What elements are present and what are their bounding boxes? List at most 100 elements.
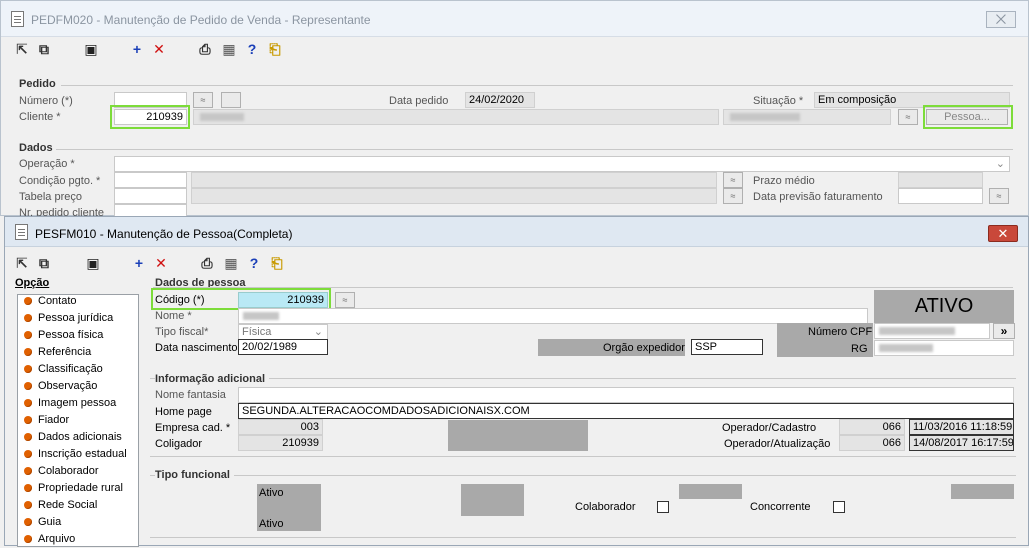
exit-icon[interactable]: ⎗ (267, 41, 283, 57)
opcao-item-label: Rede Social (38, 499, 98, 511)
opcao-item[interactable]: Fiador (19, 412, 139, 429)
pedido-window: PEDFM020 - Manutenção de Pedido de Venda… (0, 0, 1029, 220)
bullet-icon (24, 382, 32, 391)
codigo-lookup-button[interactable]: ≈ (335, 292, 355, 308)
numero-action-button[interactable] (221, 92, 241, 108)
operador-atualizacao-field: 066 (839, 435, 905, 451)
opcao-item[interactable]: Pessoa jurídica (19, 310, 139, 327)
opcao-item[interactable]: Arquivo (19, 531, 139, 548)
opcao-item-label: Guia (38, 516, 62, 528)
orgao-field[interactable]: SSP (691, 339, 763, 355)
opcao-item[interactable]: Inscrição estadual (19, 446, 139, 463)
nome-fantasia-field[interactable] (238, 387, 1014, 403)
previsao-label: Data previsão faturamento (753, 191, 883, 203)
home-page-field[interactable]: SEGUNDA.ALTERACAOCOMDADOSADICIONAISX.COM (238, 403, 1014, 419)
cpf-expand-button[interactable]: » (993, 323, 1015, 339)
opcao-item[interactable]: Rede Social (19, 497, 139, 514)
opcao-item[interactable]: Contato (19, 293, 139, 310)
add-icon[interactable]: + (129, 41, 145, 57)
tabela-field[interactable] (114, 188, 187, 204)
data-nascimento-field[interactable]: 20/02/1989 (238, 339, 328, 355)
codigo-highlight (151, 288, 331, 310)
opcao-item[interactable]: Guia (19, 514, 139, 531)
navigate-icon[interactable]: ⇱ (14, 255, 30, 271)
opcao-item-label: Contato (38, 295, 77, 307)
blurred-text (243, 312, 279, 320)
tipo-fiscal-select[interactable]: Física ⌄ (238, 324, 328, 340)
tabela-label: Tabela preço (19, 191, 82, 203)
operador-cadastro-field: 066 (839, 419, 905, 435)
opcao-item[interactable]: Classificação (19, 361, 139, 378)
grid-icon[interactable]: ▦ (221, 41, 237, 57)
help-icon[interactable]: ? (246, 255, 262, 271)
cliente-lookup-button[interactable]: ≈ (898, 109, 918, 125)
opcao-item[interactable]: Referência (19, 344, 139, 361)
delete-icon[interactable]: ✕ (151, 41, 167, 57)
ativo-label-1: Ativo (259, 487, 284, 499)
nome-field[interactable] (238, 308, 868, 324)
data-pedido-field: 24/02/2020 (465, 92, 535, 108)
opcao-item[interactable]: Pessoa física (19, 327, 139, 344)
close-button[interactable]: ⨉ (986, 11, 1016, 28)
print-icon[interactable]: ⎙ (199, 255, 215, 271)
opcao-item[interactable]: Dados adicionais (19, 429, 139, 446)
coligador-label: Coligador (155, 438, 203, 450)
rg-field[interactable] (874, 340, 1014, 356)
numero-label: Número (*) (19, 95, 73, 107)
exit-icon[interactable]: ⎗ (269, 255, 285, 271)
opcao-item-label: Colaborador (38, 465, 99, 477)
save-icon[interactable]: ▣ (85, 255, 101, 271)
chevron-down-icon: ⌄ (995, 158, 1005, 170)
section-pedido: Pedido (19, 78, 56, 90)
pedido-toolbar: ⇱ ⧉ ▣ + ✕ ⎙ ▦ ? ⎗ (1, 37, 1028, 61)
close-button[interactable]: ✕ (988, 225, 1018, 242)
opcao-item[interactable]: Colaborador (19, 463, 139, 480)
opcao-item-label: Observação (38, 380, 98, 392)
cliente-name-field (193, 109, 719, 125)
colaborador-checkbox[interactable] (657, 501, 669, 513)
bullet-icon (24, 314, 32, 323)
concorrente-checkbox[interactable] (833, 501, 845, 513)
blurred-text (200, 113, 244, 121)
divider (150, 378, 1016, 379)
previsao-calendar-button[interactable]: ≈ (989, 188, 1009, 204)
print-icon[interactable]: ⎙ (197, 41, 213, 57)
windows-icon[interactable]: ⧉ (36, 41, 52, 57)
operador-cadastro-date: 11/03/2016 11:18:59 (909, 419, 1014, 435)
save-icon[interactable]: ▣ (83, 41, 99, 57)
prazo-label: Prazo médio (753, 175, 815, 187)
document-icon (11, 11, 24, 27)
delete-icon[interactable]: ✕ (153, 255, 169, 271)
operador-atualizacao-label: Operador/Atualização (724, 438, 831, 450)
opcao-item-label: Pessoa física (38, 329, 104, 341)
bullet-icon (24, 331, 32, 340)
numero-lookup-button[interactable]: ≈ (193, 92, 213, 108)
opcao-item[interactable]: Imagem pessoa (19, 395, 139, 412)
situacao-label: Situação * (753, 95, 804, 107)
opcao-item[interactable]: Propriedade rural (19, 480, 139, 497)
navigate-icon[interactable]: ⇱ (14, 41, 30, 57)
tabela-lookup-button[interactable]: ≈ (723, 188, 743, 204)
bullet-icon (24, 518, 32, 527)
opcao-item-label: Inscrição estadual (38, 448, 127, 460)
blurred-text (730, 113, 800, 121)
previsao-field[interactable] (898, 188, 983, 204)
windows-icon[interactable]: ⧉ (36, 255, 52, 271)
nome-fantasia-label: Nome fantasia (155, 389, 226, 401)
add-icon[interactable]: + (131, 255, 147, 271)
opcao-item[interactable]: Observação (19, 378, 139, 395)
gray-placeholder-box (951, 484, 1014, 499)
grid-icon[interactable]: ▦ (223, 255, 239, 271)
opcao-item-label: Imagem pessoa (38, 397, 117, 409)
pessoa-titlebar: PESFM010 - Manutenção de Pessoa(Completa… (5, 217, 1028, 247)
condicao-lookup-button[interactable]: ≈ (723, 172, 743, 188)
chevron-down-icon: ⌄ (313, 326, 323, 338)
operacao-select[interactable]: ⌄ (114, 156, 1010, 172)
cpf-field[interactable] (874, 323, 990, 339)
gray-placeholder-box (448, 420, 588, 451)
condicao-field[interactable] (114, 172, 187, 188)
bullet-icon (24, 535, 32, 544)
pessoa-highlight (923, 105, 1013, 129)
help-icon[interactable]: ? (244, 41, 260, 57)
divider (61, 85, 1013, 86)
